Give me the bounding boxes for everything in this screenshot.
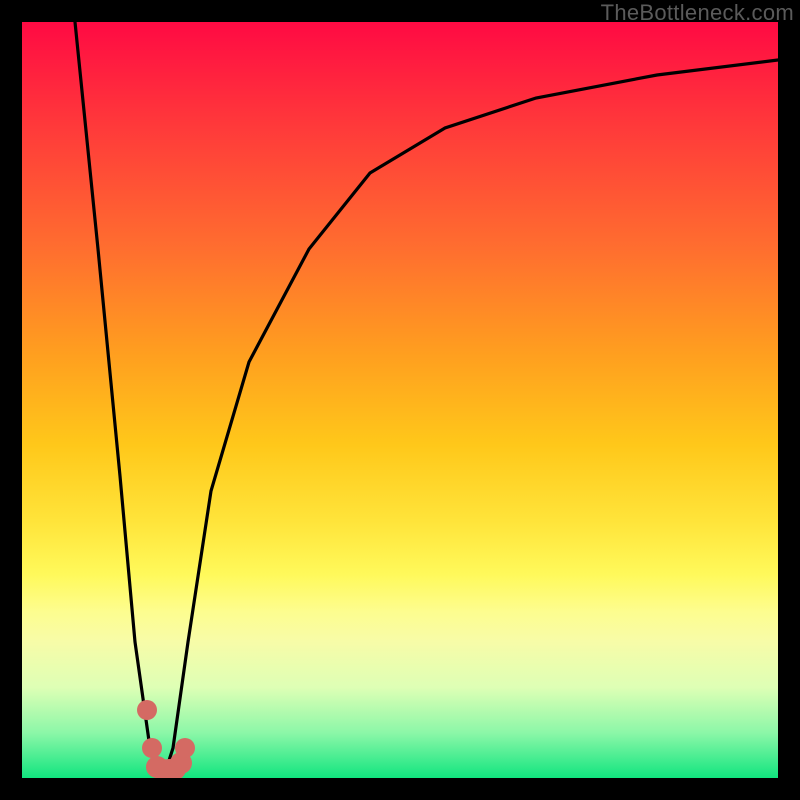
watermark-text: TheBottleneck.com: [601, 0, 794, 26]
chart-plot-area: [22, 22, 778, 778]
chart-svg: [22, 22, 778, 778]
bottleneck-curve: [75, 22, 778, 770]
chart-frame: TheBottleneck.com: [0, 0, 800, 800]
marker-cluster: [137, 700, 195, 778]
